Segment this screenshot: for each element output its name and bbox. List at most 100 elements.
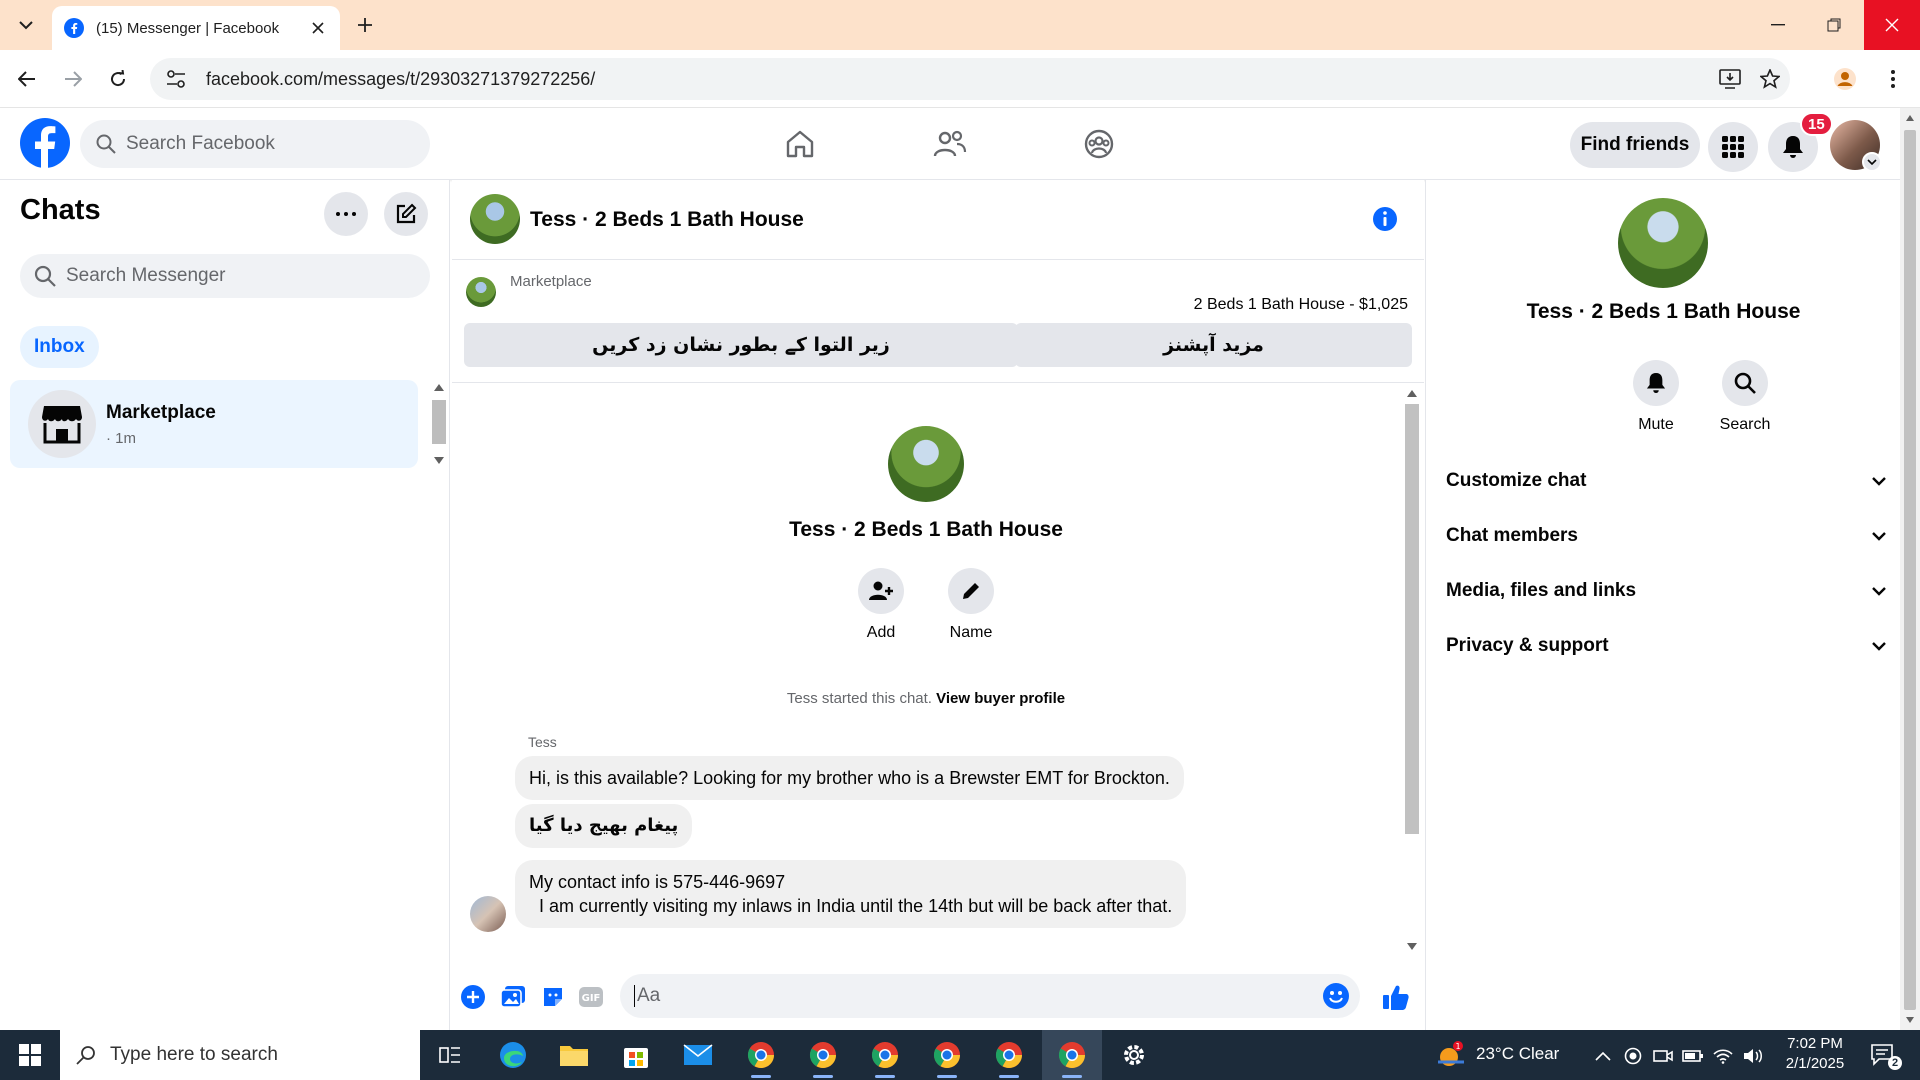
- thread-profile-name: Tess · 2 Beds 1 Bath House: [789, 518, 1063, 541]
- bookmark-star-icon[interactable]: [1750, 69, 1790, 89]
- show-hidden-icons-chevron-up-icon[interactable]: [1592, 1045, 1614, 1067]
- search-icon: [76, 1046, 95, 1065]
- mute-action[interactable]: Mute: [1616, 360, 1696, 434]
- privacy-support-section[interactable]: Privacy & support: [1446, 626, 1886, 666]
- sender-avatar[interactable]: [470, 896, 506, 932]
- scroll-down-arrow-icon[interactable]: [1905, 1016, 1915, 1024]
- page-scrollbar-thumb[interactable]: [1904, 130, 1916, 1010]
- notification-center-button[interactable]: 2: [1868, 1042, 1902, 1070]
- chevron-down-icon: [1872, 586, 1886, 596]
- scroll-up-arrow-icon[interactable]: [434, 384, 444, 391]
- file-explorer-button[interactable]: [544, 1030, 604, 1080]
- mark-as-pending-button[interactable]: زیر التوا کے بطور نشان زد کریں: [464, 323, 1018, 367]
- message-bubble[interactable]: Hi, is this available? Looking for my br…: [515, 756, 1184, 800]
- battery-icon[interactable]: [1682, 1045, 1704, 1067]
- scroll-up-arrow-icon[interactable]: [1905, 114, 1915, 122]
- tab-close-icon[interactable]: [308, 18, 328, 38]
- url-text: facebook.com/messages/t/2930327137927225…: [206, 68, 596, 89]
- close-window-button[interactable]: [1864, 0, 1920, 50]
- reload-button[interactable]: [103, 64, 133, 94]
- conversation-title[interactable]: Tess · 2 Beds 1 Bath House: [530, 208, 804, 232]
- name-chat-action[interactable]: Name: [931, 568, 1011, 642]
- scroll-down-arrow-icon[interactable]: [434, 457, 444, 464]
- message-bubble[interactable]: My contact info is 575-446-9697 I am cur…: [515, 860, 1187, 928]
- emoji-icon[interactable]: [1322, 982, 1350, 1010]
- forward-button[interactable]: [58, 64, 88, 94]
- browser-profile-button[interactable]: [1830, 64, 1860, 94]
- media-files-links-section[interactable]: Media, files and links: [1446, 571, 1886, 611]
- clock-time: 7:02 PM: [1787, 1035, 1843, 1052]
- info-icon[interactable]: [1370, 204, 1400, 234]
- start-button[interactable]: [0, 1030, 60, 1080]
- chrome-window-button[interactable]: [855, 1030, 915, 1080]
- chat-list-item[interactable]: Marketplace · 1m: [10, 380, 418, 468]
- thread-scrollbar[interactable]: [1402, 384, 1422, 954]
- pencil-icon: [948, 568, 994, 614]
- conversation-header: Tess · 2 Beds 1 Bath House: [452, 180, 1424, 260]
- new-tab-button[interactable]: [350, 10, 380, 40]
- info-profile-avatar[interactable]: [1618, 198, 1708, 288]
- back-button[interactable]: [12, 64, 42, 94]
- search-in-chat-action[interactable]: Search: [1705, 360, 1785, 434]
- facebook-search-input[interactable]: Search Facebook: [80, 120, 430, 168]
- add-member-action[interactable]: Add: [841, 568, 921, 642]
- location-icon[interactable]: [1622, 1045, 1644, 1067]
- send-like-icon[interactable]: [1381, 982, 1411, 1012]
- nav-home-button[interactable]: [782, 126, 818, 162]
- store-app-button[interactable]: [606, 1030, 666, 1080]
- taskbar-search-input[interactable]: Type here to search: [60, 1030, 420, 1080]
- wifi-icon[interactable]: [1712, 1045, 1734, 1067]
- weather-text[interactable]: 23°C Clear: [1476, 1044, 1559, 1064]
- chrome-window-button[interactable]: [793, 1030, 853, 1080]
- facebook-logo-icon[interactable]: [20, 118, 70, 168]
- scroll-up-arrow-icon[interactable]: [1407, 390, 1417, 397]
- sticker-icon[interactable]: [538, 982, 568, 1012]
- browser-tab-messenger[interactable]: (15) Messenger | Facebook: [52, 6, 340, 50]
- install-app-icon[interactable]: [1710, 69, 1750, 89]
- settings-app-button[interactable]: [1104, 1030, 1164, 1080]
- taskbar-clock[interactable]: 7:02 PM 2/1/2025: [1770, 1034, 1860, 1074]
- weather-sunset-icon[interactable]: 1: [1436, 1040, 1466, 1070]
- volume-icon[interactable]: [1742, 1045, 1764, 1067]
- messenger-search-input[interactable]: Search Messenger: [20, 254, 430, 298]
- nav-friends-button[interactable]: [932, 126, 968, 162]
- task-view-button[interactable]: [420, 1030, 480, 1080]
- minimize-window-button[interactable]: [1750, 0, 1806, 50]
- address-bar[interactable]: facebook.com/messages/t/2930327137927225…: [150, 58, 1790, 100]
- new-message-button[interactable]: [384, 192, 428, 236]
- chat-members-section[interactable]: Chat members: [1446, 516, 1886, 556]
- tab-search-button[interactable]: [10, 10, 42, 40]
- site-info-icon[interactable]: [156, 70, 196, 88]
- camera-icon[interactable]: [1652, 1045, 1674, 1067]
- restore-window-button[interactable]: [1806, 0, 1862, 50]
- mail-app-button[interactable]: [668, 1030, 728, 1080]
- chat-options-button[interactable]: [324, 192, 368, 236]
- attach-photo-icon[interactable]: [498, 982, 528, 1012]
- menu-grid-button[interactable]: [1708, 122, 1758, 172]
- conversation-avatar[interactable]: [470, 194, 520, 244]
- scroll-down-arrow-icon[interactable]: [1407, 943, 1417, 950]
- customize-chat-section[interactable]: Customize chat: [1446, 461, 1886, 501]
- edge-app-button[interactable]: [483, 1030, 543, 1080]
- inbox-filter-tab[interactable]: Inbox: [20, 326, 99, 368]
- view-buyer-profile-link[interactable]: View buyer profile: [936, 690, 1065, 707]
- gif-icon[interactable]: GIF: [576, 982, 606, 1012]
- nav-groups-button[interactable]: [1081, 126, 1117, 162]
- more-options-button[interactable]: مزید آپشنز: [1015, 323, 1412, 367]
- more-actions-plus-icon[interactable]: [458, 982, 488, 1012]
- browser-menu-button[interactable]: [1878, 64, 1908, 94]
- messenger-search-placeholder: Search Messenger: [66, 265, 226, 286]
- message-input[interactable]: Aa: [620, 974, 1360, 1018]
- message-bubble[interactable]: پیغام بھیج دیا گیا: [515, 804, 693, 848]
- chrome-window-button[interactable]: [979, 1030, 1039, 1080]
- chat-list-scrollbar[interactable]: [430, 380, 448, 470]
- chrome-window-button[interactable]: [731, 1030, 791, 1080]
- chat-list-scroll-thumb[interactable]: [432, 400, 446, 444]
- marketplace-store-icon: [28, 390, 96, 458]
- account-chevron-down-icon[interactable]: [1862, 152, 1882, 172]
- chrome-active-window-button[interactable]: [1042, 1030, 1102, 1080]
- find-friends-button[interactable]: Find friends: [1570, 122, 1700, 168]
- chrome-window-button[interactable]: [917, 1030, 977, 1080]
- thread-scroll-thumb[interactable]: [1405, 404, 1419, 834]
- page-scrollbar[interactable]: [1900, 108, 1920, 1030]
